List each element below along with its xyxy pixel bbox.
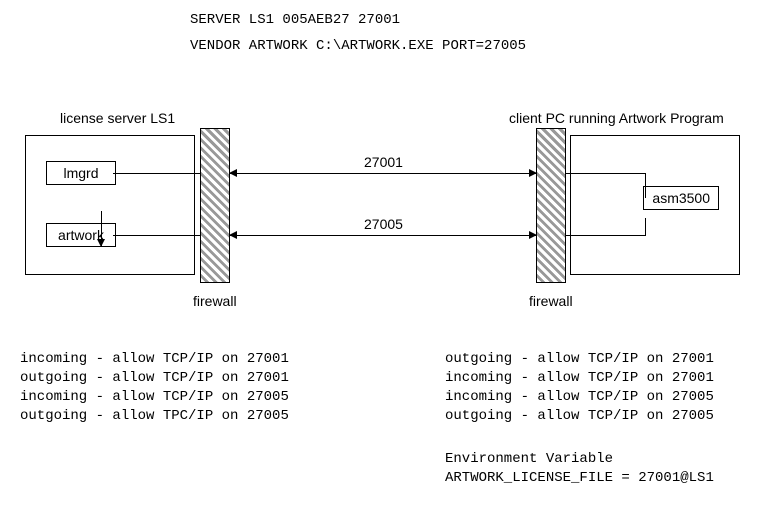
client-label: client PC running Artwork Program — [509, 110, 724, 126]
line-asm-to-firewall-bottom — [566, 235, 646, 236]
client-firewall-label: firewall — [529, 293, 573, 309]
connection-27001-arrow — [230, 173, 536, 174]
server-firewall-box — [200, 128, 230, 283]
server-firewall-label: firewall — [193, 293, 237, 309]
line-lmgrd-to-firewall — [113, 173, 200, 174]
line-asm-vertical-bottom — [645, 218, 646, 236]
client-box: asm3500 — [570, 135, 740, 275]
line-asm-to-firewall-top — [566, 173, 646, 174]
config-line-server: SERVER LS1 005AEB27 27001 — [190, 12, 400, 28]
port-label-27005: 27005 — [360, 216, 407, 232]
config-line-vendor: VENDOR ARTWORK C:\ARTWORK.EXE PORT=27005 — [190, 38, 526, 54]
line-artwork-to-firewall — [113, 235, 200, 236]
server-firewall-rules: incoming - allow TCP/IP on 27001 outgoin… — [20, 350, 289, 426]
server-label: license server LS1 — [60, 110, 175, 126]
line-asm-vertical-top — [645, 173, 646, 198]
asm3500-process-box: asm3500 — [643, 186, 719, 210]
client-firewall-rules: outgoing - allow TCP/IP on 27001 incomin… — [445, 350, 714, 426]
lmgrd-to-artwork-arrow — [101, 211, 102, 246]
artwork-process-box: artwork — [46, 223, 116, 247]
connection-27005-arrow — [230, 235, 536, 236]
lmgrd-process-box: lmgrd — [46, 161, 116, 185]
server-box: lmgrd artwork — [25, 135, 195, 275]
network-diagram: license server LS1 client PC running Art… — [0, 110, 767, 320]
client-firewall-box — [536, 128, 566, 283]
port-label-27001: 27001 — [360, 154, 407, 170]
environment-variable: Environment Variable ARTWORK_LICENSE_FIL… — [445, 450, 714, 488]
